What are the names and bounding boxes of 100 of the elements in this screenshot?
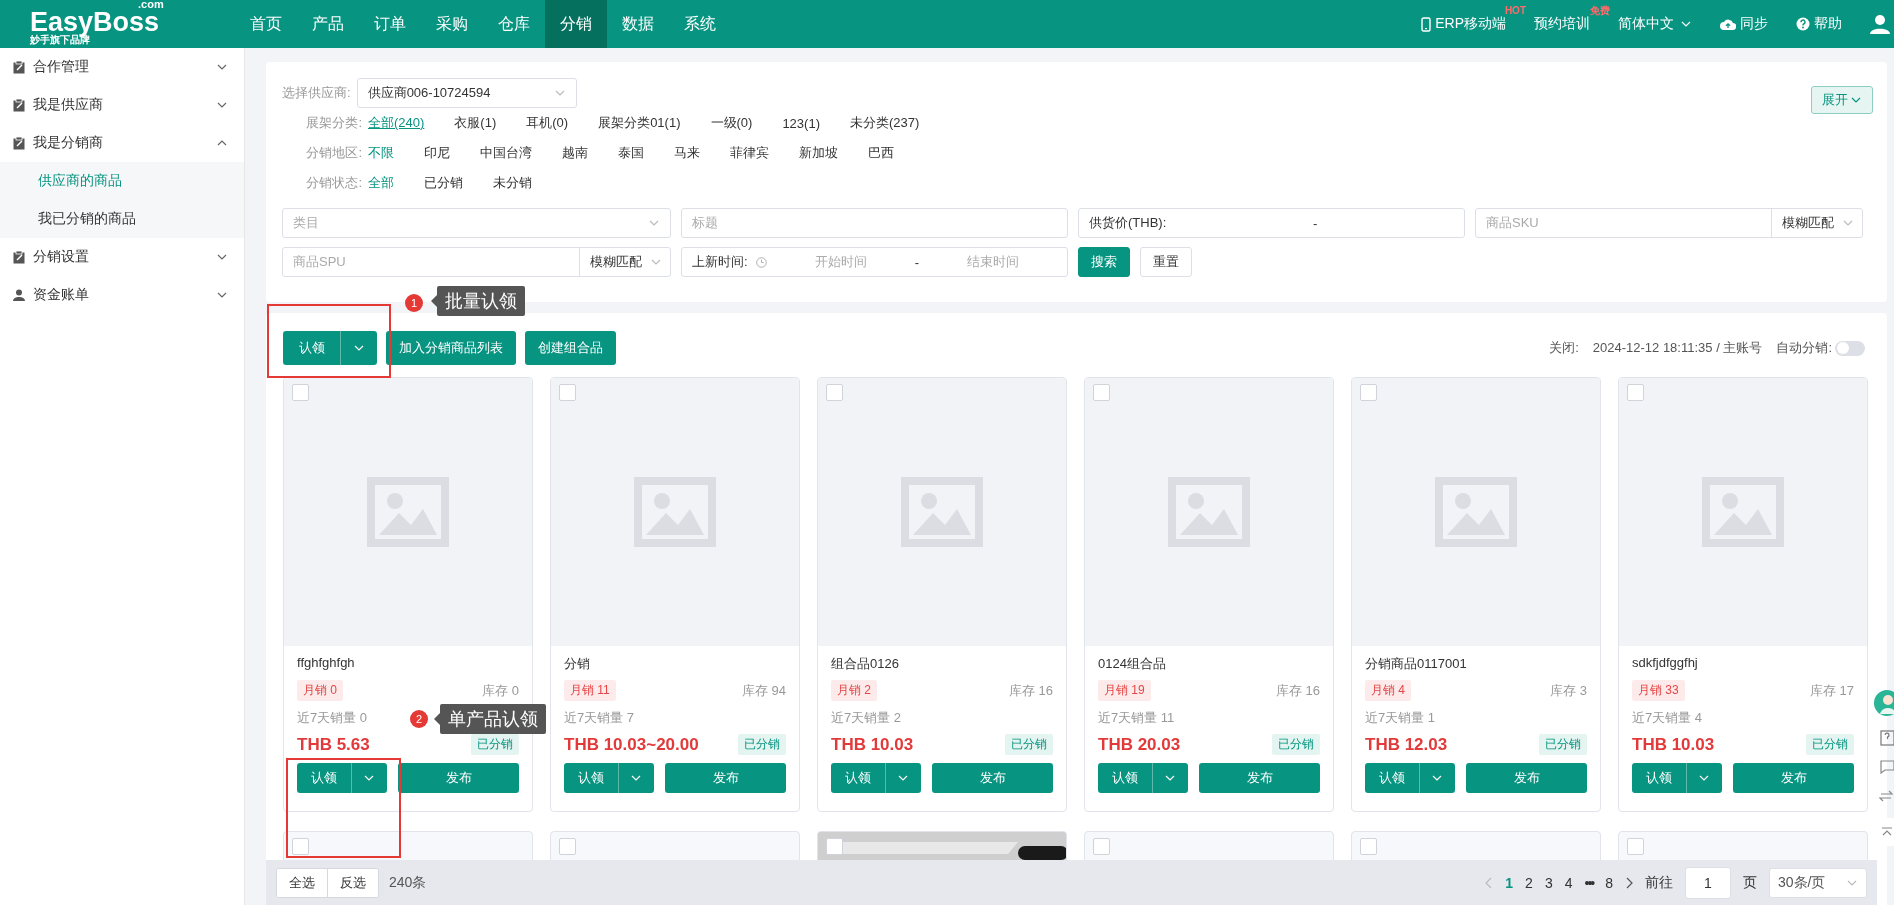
filter-option[interactable]: 全部 [368, 174, 394, 192]
filter-option[interactable]: 衣服(1) [454, 114, 497, 132]
filter-option[interactable]: 新加坡 [799, 144, 838, 162]
header-link[interactable]: 同步 [1740, 15, 1768, 33]
filter-option[interactable]: 马来 [674, 144, 700, 162]
avatar-icon[interactable] [1874, 690, 1894, 716]
checkbox[interactable] [559, 384, 576, 401]
header-link[interactable]: 帮助 [1814, 15, 1842, 33]
reset-button[interactable]: 重置 [1140, 247, 1192, 277]
prev-page-icon[interactable] [1485, 876, 1494, 889]
nav-tab[interactable]: 分销 [545, 0, 607, 48]
nav-tab[interactable]: 采购 [421, 0, 483, 48]
filter-option[interactable]: 未分销 [493, 174, 532, 192]
publish-button[interactable]: 发布 [1199, 763, 1320, 793]
toggle-switch[interactable] [1835, 340, 1865, 356]
weekly-sales: 近7天销量 4 [1632, 709, 1703, 727]
checkbox[interactable] [1627, 838, 1644, 855]
filter-option[interactable]: 印尼 [424, 144, 450, 162]
price-text: THB 12.03 [1365, 734, 1448, 755]
sidebar-item[interactable]: 资金账单 [33, 286, 208, 304]
page-number[interactable]: 2 [1525, 874, 1533, 891]
filter-option[interactable]: 展架分类01(1) [598, 114, 681, 132]
expand-button[interactable]: 展开 [1811, 86, 1873, 114]
checkbox[interactable] [292, 384, 309, 401]
nav-tab[interactable]: 仓库 [483, 0, 545, 48]
publish-button[interactable]: 发布 [1466, 763, 1587, 793]
nav-tab[interactable]: 订单 [359, 0, 421, 48]
action-button[interactable]: 加入分销商品列表 [386, 331, 516, 365]
checkbox[interactable] [559, 838, 576, 855]
checkbox[interactable] [1093, 384, 1110, 401]
publish-button[interactable]: 发布 [665, 763, 786, 793]
stock-text: 库存 3 [1550, 681, 1587, 700]
badge-text: 免费 [1590, 5, 1610, 16]
nav-tab[interactable]: 首页 [235, 0, 297, 48]
sales-tag: 月销 19 [1098, 680, 1151, 701]
goto-label: 前往 [1645, 873, 1673, 892]
filter-option[interactable]: 菲律宾 [730, 144, 769, 162]
filter-option[interactable]: 泰国 [618, 144, 644, 162]
checkbox[interactable] [1360, 838, 1377, 855]
filter-option[interactable]: 一级(0) [710, 114, 753, 132]
sales-tag: 月销 4 [1365, 680, 1411, 701]
price-range-field[interactable]: 供货价(THB): - [1078, 208, 1465, 238]
page-size-select[interactable]: 30条/页 [1769, 867, 1867, 898]
page-input[interactable]: 1 [1685, 866, 1731, 899]
action-button[interactable]: 创建组合品 [525, 331, 616, 365]
page-number[interactable]: 4 [1564, 874, 1573, 891]
price-text: THB 20.03 [1098, 734, 1181, 755]
filter-label: 分销地区: [305, 144, 362, 162]
page-number[interactable]: 1 [1505, 874, 1514, 891]
sidebar-subitem[interactable]: 供应商的商品 [0, 162, 244, 200]
header-link[interactable]: ERP移动端 [1435, 15, 1506, 33]
filter-option[interactable]: 未分类(237) [849, 114, 920, 132]
checkbox[interactable] [1360, 384, 1377, 401]
sidebar-subitem[interactable]: 我已分销的商品 [0, 200, 244, 238]
more-pages[interactable]: ••• [1584, 874, 1594, 891]
nav-tab[interactable]: 数据 [607, 0, 669, 48]
user-icon[interactable] [1870, 14, 1890, 34]
date-range-field[interactable]: 上新时间: 开始时间 - 结束时间 [681, 247, 1068, 277]
stock-text: 库存 94 [741, 681, 786, 700]
info-text: 2024-12-12 18:11:35 / 主账号 [1592, 339, 1763, 357]
sidebar-item[interactable]: 我是供应商 [33, 96, 208, 114]
header-link[interactable]: 简体中文 [1618, 15, 1674, 33]
sidebar-item[interactable]: 我是分销商 [33, 134, 208, 152]
filter-option[interactable]: 不限 [368, 144, 394, 162]
chat-icon[interactable] [1880, 760, 1894, 774]
sidebar-item[interactable]: 分销设置 [33, 248, 208, 266]
sales-tag: 月销 11 [564, 680, 616, 701]
checkbox[interactable] [1093, 838, 1110, 855]
page-number[interactable]: 8 [1605, 874, 1613, 891]
invert-selection-button[interactable]: 反选 [327, 868, 378, 897]
filter-option[interactable]: 巴西 [868, 144, 894, 162]
publish-button[interactable]: 发布 [1733, 763, 1854, 793]
product-name: sdkfjdfggfhj [1632, 655, 1699, 672]
sidebar-item[interactable]: 合作管理 [33, 58, 208, 76]
product-name: 分销 [564, 655, 591, 673]
publish-button[interactable]: 发布 [398, 763, 519, 793]
page-number[interactable]: 3 [1544, 874, 1553, 891]
checkbox[interactable] [826, 838, 843, 855]
nav-tab[interactable]: 系统 [669, 0, 731, 48]
filter-option[interactable]: 123(1) [782, 115, 820, 131]
weekly-sales: 近7天销量 2 [831, 709, 902, 727]
field-label: 选择供应商: [282, 84, 351, 102]
next-page-icon[interactable] [1625, 876, 1633, 889]
filter-label: 分销状态: [305, 174, 362, 192]
filter-option[interactable]: 中国台湾 [480, 144, 532, 162]
filter-option[interactable]: 耳机(0) [526, 114, 569, 132]
checkbox[interactable] [1627, 384, 1644, 401]
publish-button[interactable]: 发布 [932, 763, 1053, 793]
swap-icon[interactable] [1878, 788, 1894, 804]
filter-option[interactable]: 全部(240) [368, 114, 425, 132]
cloud-upload-icon [1720, 17, 1736, 31]
help-document-icon[interactable] [1880, 730, 1894, 746]
search-button[interactable]: 搜索 [1078, 247, 1130, 277]
checkbox[interactable] [826, 384, 843, 401]
supplier-select[interactable]: 供应商006-10724594 [356, 78, 577, 108]
filter-option[interactable]: 越南 [562, 144, 588, 162]
nav-tab[interactable]: 产品 [297, 0, 359, 48]
filter-option[interactable]: 已分销 [424, 174, 463, 192]
header-link[interactable]: 预约培训 [1534, 15, 1590, 33]
checkbox[interactable] [292, 838, 309, 855]
